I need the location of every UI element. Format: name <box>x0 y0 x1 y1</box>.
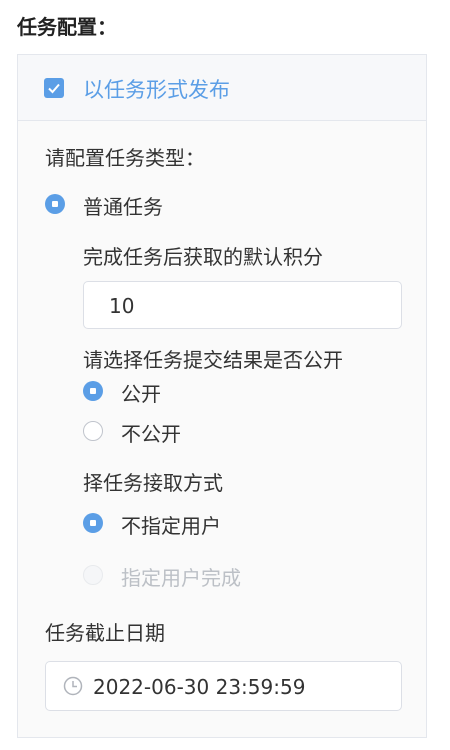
accept-method-question: 择任务接取方式 <box>83 471 223 495</box>
points-input[interactable]: 10 <box>83 281 402 329</box>
radio-public[interactable] <box>83 381 103 401</box>
radio-unassigned-user-label[interactable]: 不指定用户 <box>121 510 221 539</box>
task-config-card: 以任务形式发布 请配置任务类型： 普通任务 完成任务后获取的默认积分 10 请选… <box>17 54 427 738</box>
result-public-question: 请选择任务提交结果是否公开 <box>83 348 343 372</box>
section-title: 任务配置： <box>17 15 117 39</box>
deadline-date-picker[interactable]: 2022-06-30 23:59:59 <box>45 661 402 711</box>
radio-unassigned-user[interactable] <box>83 513 103 533</box>
points-label: 完成任务后获取的默认积分 <box>83 245 323 269</box>
radio-assigned-user <box>83 565 103 585</box>
radio-public-label[interactable]: 公开 <box>121 378 161 407</box>
checkmark-icon <box>48 83 60 94</box>
publish-as-task-label[interactable]: 以任务形式发布 <box>83 74 230 104</box>
radio-not-public[interactable] <box>83 421 103 441</box>
publish-as-task-checkbox[interactable] <box>44 78 64 98</box>
points-input-value: 10 <box>109 294 135 318</box>
card-header: 以任务形式发布 <box>18 55 426 121</box>
radio-assigned-user-label: 指定用户完成 <box>121 566 241 590</box>
task-type-heading: 请配置任务类型： <box>45 146 205 170</box>
task-type-normal-label[interactable]: 普通任务 <box>83 191 163 220</box>
radio-not-public-label[interactable]: 不公开 <box>121 418 181 447</box>
task-type-radio-normal[interactable] <box>45 194 65 214</box>
deadline-label: 任务截止日期 <box>45 621 165 645</box>
clock-icon <box>63 676 83 696</box>
deadline-value: 2022-06-30 23:59:59 <box>93 675 306 699</box>
